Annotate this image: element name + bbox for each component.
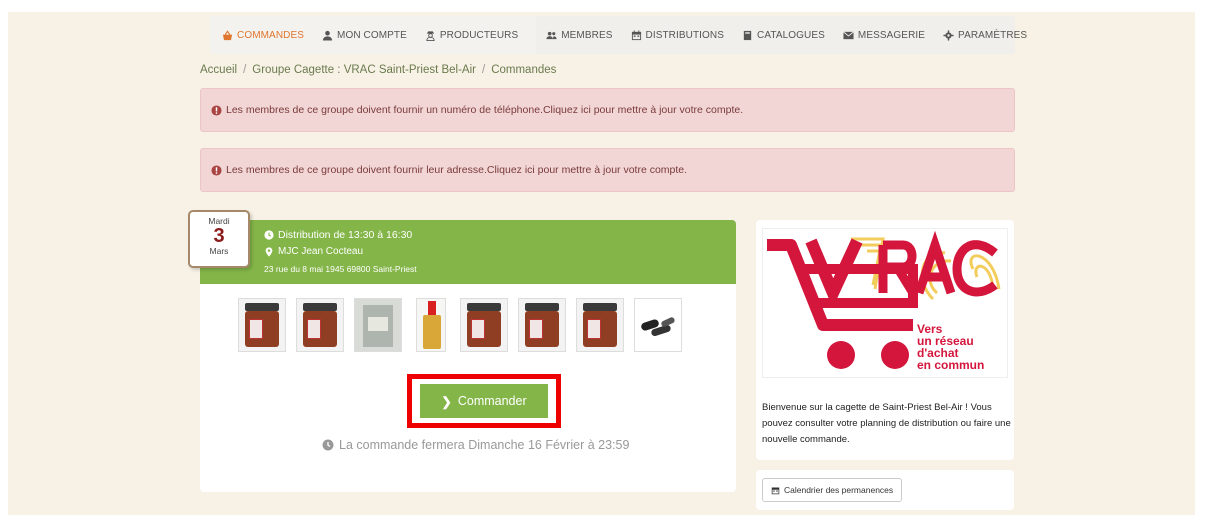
breadcrumb: Accueil / Groupe Cagette : VRAC Saint-Pr… [200, 64, 556, 76]
nav-item-parametres[interactable]: PARAMÈTRES [943, 30, 1027, 41]
nav-label: CATALOGUES [757, 29, 825, 41]
envelope-icon [843, 30, 854, 39]
breadcrumb-separator: / [481, 64, 486, 76]
gear-icon [943, 29, 954, 41]
page: COMMANDES MON COMPTE PRODUCTEURS MEMBRES… [0, 0, 1205, 515]
farmer-icon [426, 30, 435, 41]
nav-item-producteurs[interactable]: PRODUCTEURS [425, 30, 518, 41]
calendar-icon [631, 29, 641, 40]
distribution-address: 23 rue du 8 mai 1945 69800 Saint-Priest [264, 264, 417, 274]
group-info-card: Vers un réseau d'achat en commun Bienven… [756, 220, 1014, 460]
duty-calendar-label: Calendrier des permanences [784, 485, 894, 495]
distribution-time-text: Distribution de 13:30 à 16:30 [278, 229, 413, 241]
breadcrumb-home[interactable]: Accueil [200, 64, 237, 76]
product-thumbnail[interactable] [416, 298, 446, 352]
nav-label: PRODUCTEURS [439, 29, 519, 41]
nav-item-membres[interactable]: MEMBRES [546, 30, 612, 41]
distribution-time: Distribution de 13:30 à 16:30 [264, 229, 412, 241]
distribution-card: Distribution de 13:30 à 16:30 MJC Jean C… [200, 220, 736, 492]
map-marker-icon [265, 246, 273, 257]
update-account-link[interactable]: Cliquez ici pour mettre à jour votre com… [487, 164, 687, 176]
product-thumbnail[interactable] [354, 298, 402, 352]
nav-item-commandes[interactable]: COMMANDES [222, 30, 304, 41]
order-button-label: Commander [457, 394, 527, 408]
top-nav: COMMANDES MON COMPTE PRODUCTEURS MEMBRES… [210, 16, 1027, 54]
nav-secondary: MEMBRES DISTRIBUTIONS CATALOGUES MESSAGE… [536, 16, 1045, 54]
vrac-logo-graphic: Vers un réseau d'achat en commun [767, 230, 1001, 372]
duty-calendar-button[interactable]: Calendrier des permanences [762, 478, 903, 502]
order-button[interactable]: ❯ Commander [420, 384, 548, 418]
clock-icon [322, 439, 334, 451]
users-icon [546, 31, 557, 39]
nav-label: DISTRIBUTIONS [645, 29, 725, 41]
date-month: Mars [209, 246, 229, 256]
product-thumbnail[interactable] [460, 298, 508, 352]
basket-icon [222, 29, 233, 40]
nav-item-messagerie[interactable]: MESSAGERIE [843, 30, 925, 41]
alert-address: Les membres de ce groupe doivent fournir… [200, 148, 1015, 192]
nav-item-mon-compte[interactable]: MON COMPTE [322, 30, 407, 41]
product-thumbnail[interactable] [518, 298, 566, 352]
user-icon [322, 30, 333, 41]
breadcrumb-group[interactable]: Groupe Cagette : VRAC Saint-Priest Bel-A… [252, 64, 476, 76]
alert-text: Les membres de ce groupe doivent fournir… [226, 104, 543, 116]
product-thumbnail[interactable] [238, 298, 286, 352]
distribution-place: MJC Jean Cocteau [264, 246, 363, 257]
product-thumbnails [238, 298, 692, 352]
breadcrumb-current: Commandes [491, 64, 557, 76]
distribution-place-text[interactable]: MJC Jean Cocteau [278, 246, 363, 257]
nav-label: COMMANDES [237, 29, 305, 41]
vrac-logo: Vers un réseau d'achat en commun [762, 228, 1008, 378]
alert-text: Les membres de ce groupe doivent fournir… [226, 164, 487, 176]
nav-item-catalogues[interactable]: CATALOGUES [742, 30, 825, 41]
clock-icon [264, 230, 274, 240]
nav-label: MON COMPTE [337, 29, 407, 41]
exclamation-circle-icon [211, 164, 222, 176]
chevron-right-icon: ❯ [441, 394, 452, 409]
breadcrumb-separator: / [243, 64, 247, 76]
calendar-icon [771, 487, 780, 494]
alert-phone: Les membres de ce groupe doivent fournir… [200, 88, 1015, 132]
distribution-header: Distribution de 13:30 à 16:30 MJC Jean C… [200, 220, 736, 284]
nav-item-distributions[interactable]: DISTRIBUTIONS [631, 30, 725, 41]
nav-label: PARAMÈTRES [958, 29, 1028, 41]
order-closing-note: La commande fermera Dimanche 16 Février … [322, 438, 629, 452]
order-closing-text: La commande fermera Dimanche 16 Février … [339, 438, 630, 452]
product-thumbnail[interactable] [576, 298, 624, 352]
nav-label: MEMBRES [561, 29, 613, 41]
product-thumbnail[interactable] [296, 298, 344, 352]
nav-label: MESSAGERIE [857, 29, 926, 41]
logo-tagline-4: en commun [917, 358, 984, 372]
calendar-card: Calendrier des permanences [756, 470, 1014, 510]
welcome-text: Bienvenue sur la cagette de Saint-Priest… [762, 402, 1011, 445]
product-thumbnail[interactable] [634, 298, 682, 352]
distribution-date-badge: Mardi 3 Mars [188, 210, 250, 268]
date-day-number: 3 [213, 225, 225, 247]
update-account-link[interactable]: Cliquez ici pour mettre à jour votre com… [543, 104, 743, 116]
nav-primary: COMMANDES MON COMPTE PRODUCTEURS [210, 16, 537, 54]
book-icon [743, 30, 752, 40]
exclamation-circle-icon [211, 104, 222, 116]
